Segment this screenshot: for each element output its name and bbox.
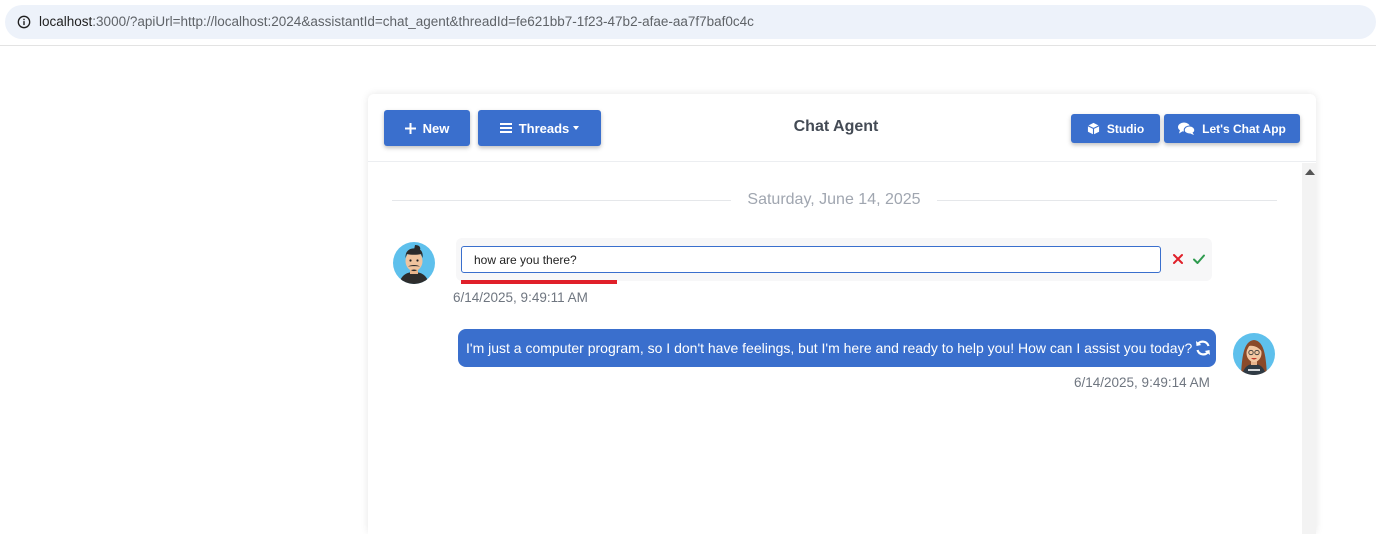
scroll-up-arrow-icon[interactable] xyxy=(1305,169,1315,175)
check-icon[interactable] xyxy=(1192,252,1206,266)
refresh-icon[interactable] xyxy=(1194,339,1212,357)
url-text[interactable]: localhost:3000/?apiUrl=http://localhost:… xyxy=(39,14,754,29)
assistant-message-bubble: I'm just a computer program, so I don't … xyxy=(458,329,1216,367)
lets-chat-app-label: Let's Chat App xyxy=(1202,121,1286,136)
message-edit-container xyxy=(456,238,1212,281)
studio-button[interactable]: Studio xyxy=(1071,114,1160,143)
highlight-underline xyxy=(461,280,617,284)
message-edit-input[interactable] xyxy=(461,246,1161,273)
browser-address-bar: localhost:3000/?apiUrl=http://localhost:… xyxy=(0,0,1376,46)
date-divider: Saturday, June 14, 2025 xyxy=(747,191,921,208)
info-icon[interactable] xyxy=(17,15,31,29)
url-field[interactable]: localhost:3000/?apiUrl=http://localhost:… xyxy=(5,5,1376,39)
date-divider-line-right xyxy=(937,200,1277,201)
studio-label: Studio xyxy=(1106,121,1145,136)
date-divider-line-left xyxy=(392,200,731,201)
url-path: :3000/?apiUrl=http://localhost:2024&assi… xyxy=(92,14,754,29)
close-icon[interactable] xyxy=(1171,252,1185,266)
chat-messages-area: Saturday, June 14, 2025 how are you ther… xyxy=(368,163,1302,534)
chat-card: New Threads Chat Agent Studio Let's Chat… xyxy=(368,94,1316,534)
assistant-message-text: I'm just a computer program, so I don't … xyxy=(466,340,1193,356)
comments-icon xyxy=(1178,122,1196,135)
chat-toolbar: New Threads Chat Agent Studio Let's Chat… xyxy=(368,94,1316,162)
user-avatar xyxy=(393,242,435,284)
assistant-message-timestamp: 6/14/2025, 9:49:14 AM xyxy=(1074,375,1210,390)
user-message-timestamp: 6/14/2025, 9:49:11 AM xyxy=(453,290,588,305)
chat-scrollbar[interactable] xyxy=(1302,163,1316,534)
url-host: localhost xyxy=(39,14,93,29)
assistant-avatar xyxy=(1233,333,1275,375)
cube-icon xyxy=(1087,122,1100,135)
lets-chat-app-button[interactable]: Let's Chat App xyxy=(1164,114,1300,143)
